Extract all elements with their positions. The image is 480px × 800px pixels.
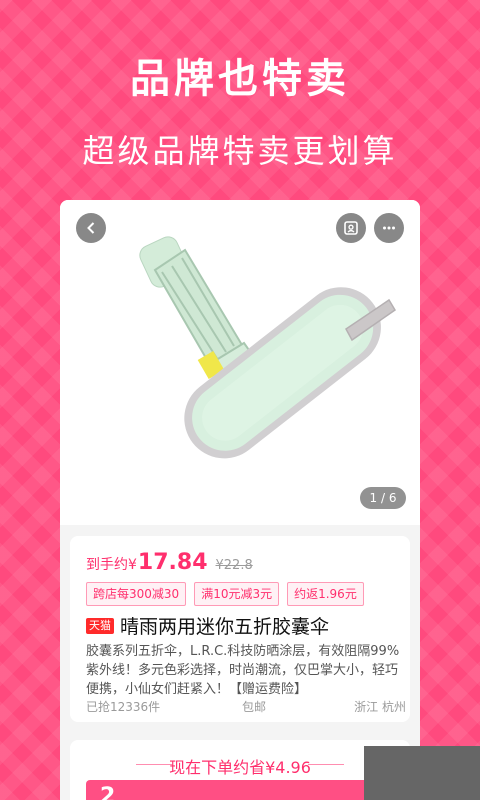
- product-description: 胶囊系列五折伞，L.R.C.科技防晒涂层，有效阻隔99%紫外线！多元色彩选择，时…: [86, 644, 400, 697]
- corner-overlay: [364, 746, 480, 800]
- product-meta: 已抢12336件 包邮 浙江 杭州: [86, 698, 406, 716]
- ship-location: 浙江 杭州: [354, 700, 406, 714]
- coupon-tag[interactable]: 约返1.96元: [287, 582, 364, 606]
- coupon-list: 跨店每300减30 满10元减3元 约返1.96元: [86, 582, 364, 606]
- umbrella-case-illustration: [139, 236, 397, 459]
- promo-screen: 品牌也特卖 超级品牌特卖更划算 1 / 6 到手约¥ 17.84 ¥22.8 跨…: [0, 0, 480, 800]
- share-code-icon: [344, 221, 358, 235]
- chevron-left-icon: [87, 222, 95, 234]
- coupon-tag[interactable]: 跨店每300减30: [86, 582, 187, 606]
- price-row: 到手约¥ 17.84 ¥22.8: [86, 550, 253, 575]
- deal-digit: 2: [100, 784, 116, 800]
- deal-label: 现在下单约省¥4.96: [169, 758, 311, 777]
- tmall-badge: 天猫: [86, 617, 114, 634]
- share-button[interactable]: [336, 213, 366, 243]
- shipping-info: 包邮: [242, 700, 267, 714]
- product-image: 1 / 6: [60, 200, 420, 525]
- back-button[interactable]: [76, 213, 106, 243]
- deal-divider-right: [308, 764, 344, 765]
- deal-action-bar[interactable]: 2: [86, 780, 394, 800]
- phone-preview: 1 / 6 到手约¥ 17.84 ¥22.8 跨店每300减30 满10元减3元…: [60, 200, 420, 800]
- gallery-pager: 1 / 6: [360, 487, 406, 509]
- sold-count: 已抢12336件: [86, 700, 161, 714]
- product-title-row: 天猫 晴雨两用迷你五折胶囊伞: [86, 612, 329, 639]
- more-horizontal-icon: [383, 226, 395, 230]
- promo-subheadline: 超级品牌特卖更划算: [82, 132, 398, 170]
- coupon-tag[interactable]: 满10元减3元: [194, 582, 280, 606]
- more-button[interactable]: [374, 213, 404, 243]
- price-label: 到手约¥: [86, 557, 137, 573]
- promo-headline: 品牌也特卖: [130, 56, 350, 102]
- product-info-card: 到手约¥ 17.84 ¥22.8 跨店每300减30 满10元减3元 约返1.9…: [70, 536, 410, 722]
- deal-card: 现在下单约省¥4.96 2: [70, 740, 410, 800]
- original-price: ¥22.8: [215, 558, 253, 573]
- price-value: 17.84: [137, 550, 208, 575]
- product-title: 晴雨两用迷你五折胶囊伞: [120, 616, 330, 638]
